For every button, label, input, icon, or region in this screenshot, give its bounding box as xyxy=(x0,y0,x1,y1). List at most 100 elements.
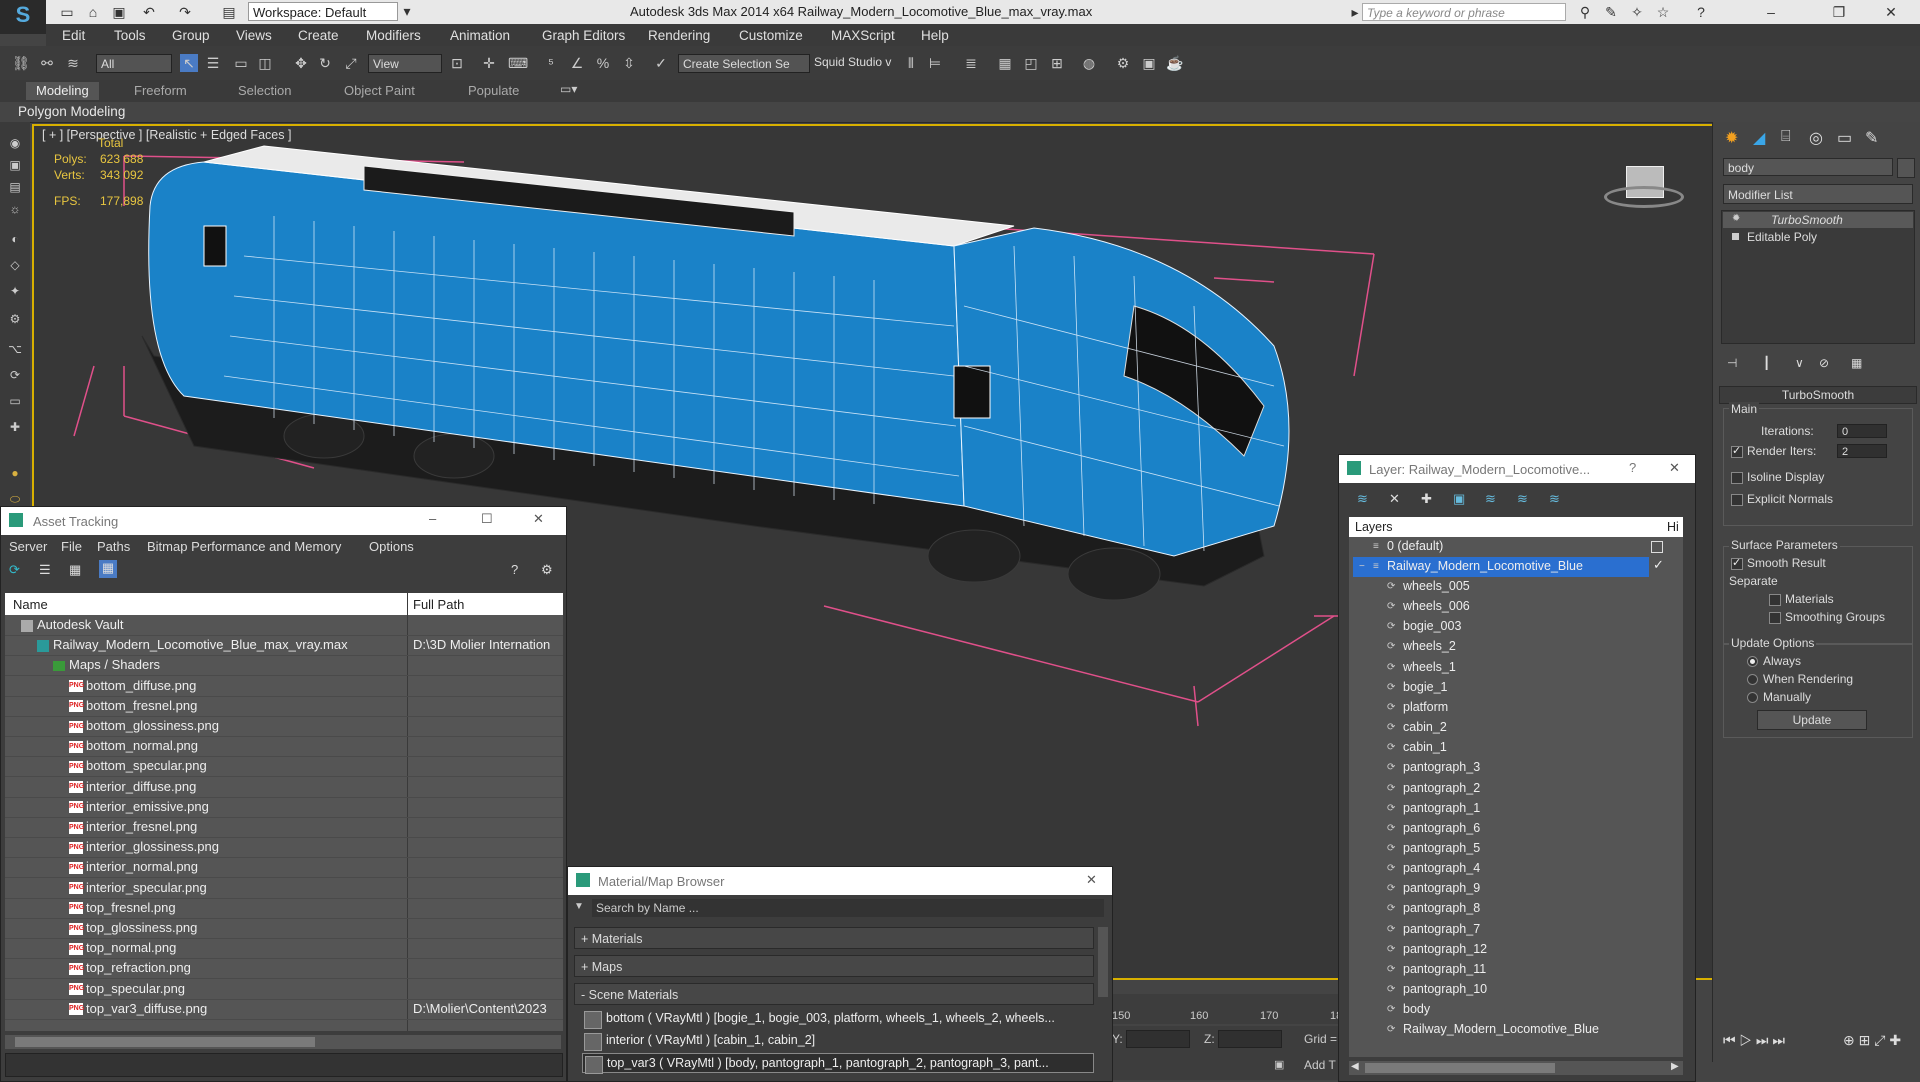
layer-properties-icon[interactable]: ≋ xyxy=(1549,491,1560,507)
asset-row[interactable]: PNG bottom_glossiness.png xyxy=(5,716,563,737)
favorites-star-icon[interactable]: ☆ xyxy=(1654,3,1672,21)
tab-modeling[interactable]: Modeling xyxy=(26,82,99,100)
rectangular-selection-icon[interactable]: ▭ xyxy=(232,54,250,72)
list-view-icon[interactable]: ☰ xyxy=(39,562,51,578)
open-file-icon[interactable]: ⌂ xyxy=(84,3,102,21)
layer-object-row[interactable]: ⟳ pantograph_7 xyxy=(1349,920,1649,940)
layer-object-row[interactable]: ⟳ pantograph_2 xyxy=(1349,779,1649,799)
create-box-icon[interactable]: ▣ xyxy=(7,158,23,172)
mirror-icon[interactable]: ⫴ xyxy=(902,54,920,72)
layer-object-row[interactable]: ⟳ pantograph_11 xyxy=(1349,960,1649,980)
render-iters-checkbox[interactable] xyxy=(1731,444,1743,458)
layer-object-row[interactable]: ⟳ pantograph_6 xyxy=(1349,819,1649,839)
asset-row[interactable]: Maps / Shaders xyxy=(5,655,563,677)
project-folder-icon[interactable]: ▤ xyxy=(220,3,238,21)
filter-icon[interactable]: ≋ xyxy=(1357,491,1368,507)
materials-checkbox[interactable] xyxy=(1769,594,1781,606)
always-radio[interactable] xyxy=(1747,656,1758,667)
hierarchy-tab-icon[interactable]: ⌸ xyxy=(1781,128,1791,146)
app-logo-icon[interactable]: S xyxy=(0,0,46,34)
layer-default[interactable]: ≡ 0 (default) xyxy=(1349,537,1649,557)
asset-row[interactable]: PNG interior_glossiness.png xyxy=(5,837,563,859)
chevron-down-icon[interactable]: ▾ xyxy=(398,2,416,20)
asset-row[interactable]: PNG bottom_diffuse.png xyxy=(5,676,563,697)
communication-icon[interactable]: ✧ xyxy=(1628,3,1646,21)
smooth-result-checkbox[interactable] xyxy=(1731,556,1743,570)
z-coordinate-field[interactable] xyxy=(1218,1030,1282,1048)
modify-tab-icon[interactable]: ◢ xyxy=(1753,128,1765,148)
layer-railway-modern-locomotive-blue[interactable]: − ≡ Railway_Modern_Locomotive_Blue xyxy=(1353,557,1649,577)
rendered-frame-icon[interactable]: ▣ xyxy=(1140,54,1158,72)
menu-animation[interactable]: Animation xyxy=(450,28,510,43)
asset-row[interactable]: PNG interior_fresnel.png xyxy=(5,817,563,838)
minimize-icon[interactable]: – xyxy=(429,511,436,526)
pivot-center-icon[interactable]: ⊡ xyxy=(448,54,466,72)
table-view-icon[interactable]: ▦ xyxy=(99,560,117,578)
bind-space-warp-icon[interactable]: ≋ xyxy=(64,54,82,72)
tab-selection[interactable]: Selection xyxy=(228,82,301,100)
polygon-modeling-label[interactable]: Polygon Modeling xyxy=(18,104,125,119)
ribbon-options-icon[interactable]: ▭▾ xyxy=(560,82,577,96)
pin-stack-icon[interactable]: ⊣ xyxy=(1727,356,1737,370)
scroll-right-icon[interactable]: ▶ xyxy=(1671,1061,1679,1072)
close-icon[interactable]: ✕ xyxy=(533,511,544,527)
reference-coordinate-dropdown[interactable]: View xyxy=(368,54,442,73)
menu-tools[interactable]: Tools xyxy=(114,28,146,43)
key-mode-icon[interactable]: ▣ xyxy=(1274,1058,1284,1071)
keyboard-shortcut-icon[interactable]: ⌨ xyxy=(508,54,528,72)
refresh-icon[interactable]: ⟳ xyxy=(9,562,20,578)
menu-modifiers[interactable]: Modifiers xyxy=(366,28,421,43)
layer-manager-icon[interactable]: ≣ xyxy=(962,54,980,72)
show-end-result-icon[interactable]: ┃ xyxy=(1763,356,1770,370)
asset-row[interactable]: PNG top_normal.png xyxy=(5,938,563,960)
asset-row[interactable]: PNG top_specular.png xyxy=(5,979,563,1000)
materials-section[interactable]: + Materials xyxy=(574,927,1094,949)
asset-row[interactable]: PNG interior_emissive.png xyxy=(5,797,563,818)
help-icon[interactable]: ? xyxy=(1629,460,1636,475)
motion-icon[interactable]: ⟳ xyxy=(7,368,23,382)
layer-object-row[interactable]: ⟳ pantograph_12 xyxy=(1349,940,1649,960)
motion-tab-icon[interactable]: ◎ xyxy=(1809,128,1823,148)
select-object-icon[interactable]: ↖ xyxy=(180,54,198,72)
y-coordinate-field[interactable] xyxy=(1126,1030,1190,1048)
make-unique-icon[interactable]: ∨ xyxy=(1795,356,1804,370)
angle-snap-icon[interactable]: ∠ xyxy=(568,54,586,72)
layer-object-row[interactable]: ⟳ bogie_1 xyxy=(1349,678,1649,698)
align-icon[interactable]: ⊨ xyxy=(926,54,944,72)
move-icon[interactable]: ✥ xyxy=(292,54,310,72)
menu-customize[interactable]: Customize xyxy=(739,28,803,43)
material-search-input[interactable]: Search by Name ... xyxy=(592,899,1104,917)
select-layer-icon[interactable]: ≋ xyxy=(1485,491,1496,507)
vertical-scrollbar[interactable] xyxy=(1098,927,1108,997)
select-manipulate-icon[interactable]: ✛ xyxy=(480,54,498,72)
edit-named-sets-icon[interactable]: ✓ xyxy=(652,54,670,72)
layer-object-row[interactable]: ⟳ cabin_2 xyxy=(1349,718,1649,738)
help-search-input[interactable]: Type a keyword or phrase xyxy=(1362,3,1566,21)
minimize-icon[interactable]: – xyxy=(1762,3,1780,21)
selection-filter-dropdown[interactable]: All xyxy=(96,54,172,73)
close-window-icon[interactable]: ✕ xyxy=(1882,3,1900,21)
close-icon[interactable]: ✕ xyxy=(1669,460,1680,476)
curve-editor-icon[interactable]: ◰ xyxy=(1022,54,1040,72)
browser-options-icon[interactable]: ▼ xyxy=(574,901,584,912)
scene-material-row[interactable]: interior ( VRayMtl ) [cabin_1, cabin_2] xyxy=(582,1031,1094,1051)
layer-object-row[interactable]: ⟳ wheels_1 xyxy=(1349,658,1649,678)
display-tab-icon[interactable]: ▭ xyxy=(1837,128,1852,148)
systems-icon[interactable]: ⚙ xyxy=(7,312,23,326)
utilities-icon[interactable]: ✚ xyxy=(7,420,23,434)
layer-object-row[interactable]: ⟳ body xyxy=(1349,1000,1649,1020)
object-name-field[interactable]: body xyxy=(1723,158,1893,176)
utilities-tab-icon[interactable]: ✎ xyxy=(1865,128,1878,148)
maximize-icon[interactable]: ☐ xyxy=(481,511,493,527)
hide-toggle[interactable] xyxy=(1651,541,1663,553)
help-icon[interactable]: ? xyxy=(511,562,518,577)
sphere-icon[interactable]: ● xyxy=(7,466,23,480)
stack-item-editable-poly[interactable]: Editable Poly xyxy=(1723,229,1913,245)
render-iters-spinner[interactable]: 2 xyxy=(1837,444,1887,458)
shapes-icon[interactable]: ▤ xyxy=(7,180,23,194)
graphite-toolbar-icon[interactable]: ▦ xyxy=(996,54,1014,72)
percent-snap-icon[interactable]: % xyxy=(594,54,612,72)
menu-server[interactable]: Server xyxy=(9,539,47,554)
asset-row[interactable]: PNG interior_diffuse.png xyxy=(5,777,563,798)
column-path-header[interactable]: Full Path xyxy=(413,597,464,612)
